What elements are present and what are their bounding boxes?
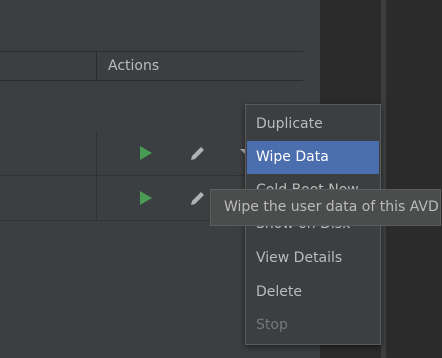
- menu-item-wipe-data[interactable]: Wipe Data: [247, 141, 379, 174]
- menu-item-delete[interactable]: Delete: [247, 276, 379, 309]
- tooltip: Wipe the user data of this AVD: [210, 189, 441, 226]
- side-panel-divider: [381, 0, 386, 358]
- play-icon[interactable]: [139, 145, 153, 161]
- menu-item-duplicate[interactable]: Duplicate: [247, 108, 379, 141]
- table-header-cell[interactable]: [0, 52, 95, 80]
- actions-column-header[interactable]: Actions: [96, 52, 314, 80]
- table-header: Actions: [0, 51, 303, 81]
- menu-item-stop: Stop: [256, 317, 288, 333]
- table-cell: [0, 131, 95, 175]
- pencil-icon[interactable]: [189, 144, 207, 162]
- pencil-icon[interactable]: [189, 189, 207, 207]
- table-cell: [0, 176, 95, 220]
- menu-item-view-details[interactable]: View Details: [247, 242, 379, 275]
- play-icon[interactable]: [139, 190, 153, 206]
